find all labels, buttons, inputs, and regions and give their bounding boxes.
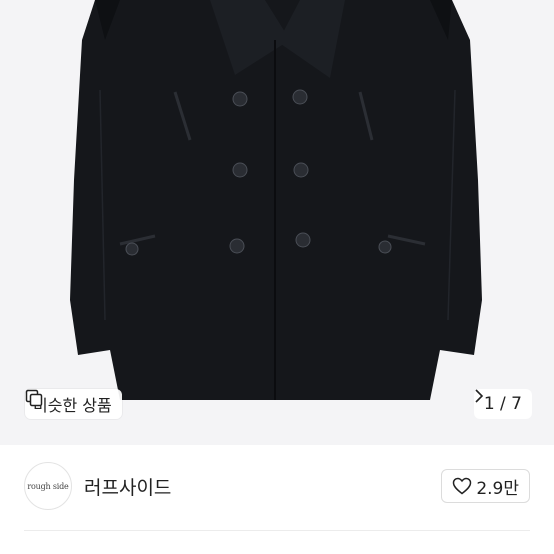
chevron-right-icon[interactable]: [474, 389, 484, 403]
like-count: 2.9만: [476, 478, 519, 499]
product-image-carousel[interactable]: 비슷한 상품 1 / 7: [0, 0, 554, 445]
section-divider: [24, 530, 530, 531]
like-button[interactable]: 2.9만: [441, 469, 530, 503]
seller-section: rough side 러프사이드 2.9만: [0, 445, 554, 530]
similar-items-label: 비슷한 상품: [33, 396, 112, 415]
seller-avatar-logo: rough side: [27, 481, 69, 491]
seller-avatar[interactable]: rough side: [24, 462, 72, 510]
seller-name[interactable]: 러프사이드: [84, 473, 171, 500]
similar-items-icon: [25, 389, 43, 407]
similar-items-button[interactable]: 비슷한 상품: [25, 389, 122, 419]
pager-text: 1 / 7: [483, 394, 522, 414]
image-pager[interactable]: 1 / 7: [473, 389, 532, 419]
heart-outline-icon: [453, 477, 472, 495]
coat-photo: [0, 0, 554, 445]
